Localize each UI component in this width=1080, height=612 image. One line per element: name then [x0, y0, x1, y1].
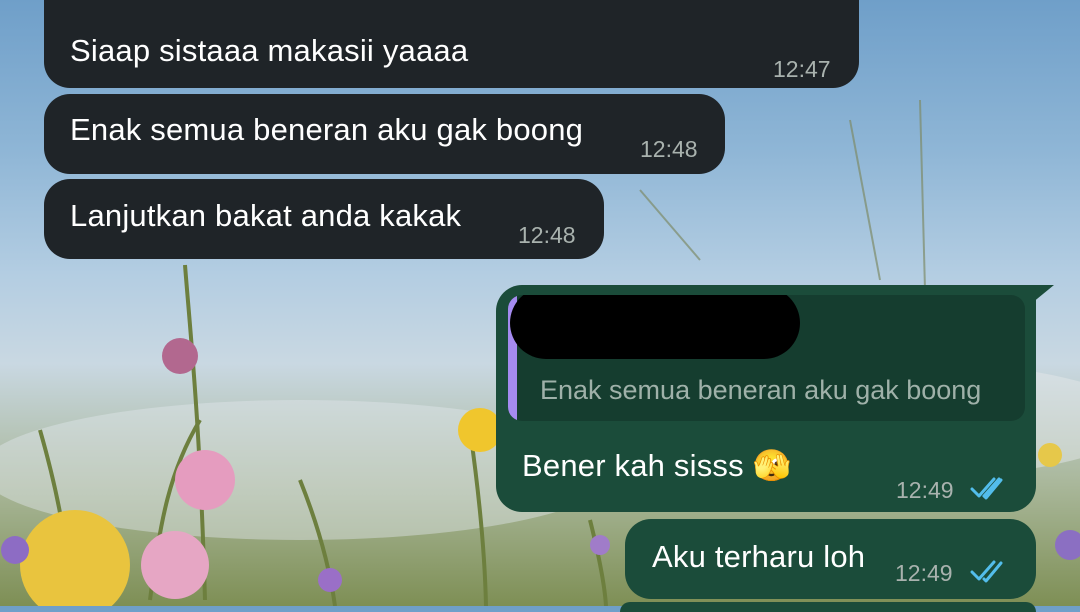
message-timestamp: 12:48 — [518, 222, 576, 248]
message-text: Aku terharu loh — [652, 539, 866, 574]
message-text: Enak semua beneran aku gak boong — [70, 112, 584, 147]
read-receipt-double-check-icon — [970, 477, 1003, 500]
quoted-message[interactable]: Enak semua beneran aku gak boong — [508, 295, 1025, 421]
see-no-evil-emoji-icon: 🫣 — [752, 448, 792, 483]
message-bubble-outgoing[interactable]: Aku terharu loh 12:49 — [625, 519, 1036, 599]
message-text: Lanjutkan bakat anda kakak — [70, 198, 462, 233]
quoted-message-text: Enak semua beneran aku gak boong — [540, 375, 982, 405]
read-receipt-double-check-icon — [970, 560, 1003, 583]
message-timestamp: 12:49 — [895, 560, 953, 586]
redacted-sender-name — [510, 295, 800, 359]
message-text: Siaap sistaaa makasii yaaaa — [70, 33, 469, 68]
message-timestamp: 12:49 — [896, 477, 954, 503]
message-timestamp: 12:47 — [773, 56, 831, 82]
message-bubble-incoming[interactable]: Lanjutkan bakat anda kakak 12:48 — [44, 179, 604, 259]
message-timestamp: 12:48 — [640, 136, 698, 162]
message-bubble-incoming[interactable]: Siaap sistaaa makasii yaaaa 12:47 — [44, 0, 859, 88]
message-bubble-outgoing-partial[interactable] — [620, 602, 1036, 612]
message-bubble-outgoing[interactable]: Enak semua beneran aku gak boong Bener k… — [496, 285, 1036, 512]
message-text: Bener kah sisss 🫣 — [522, 448, 792, 483]
message-bubble-incoming[interactable]: Enak semua beneran aku gak boong 12:48 — [44, 94, 725, 174]
